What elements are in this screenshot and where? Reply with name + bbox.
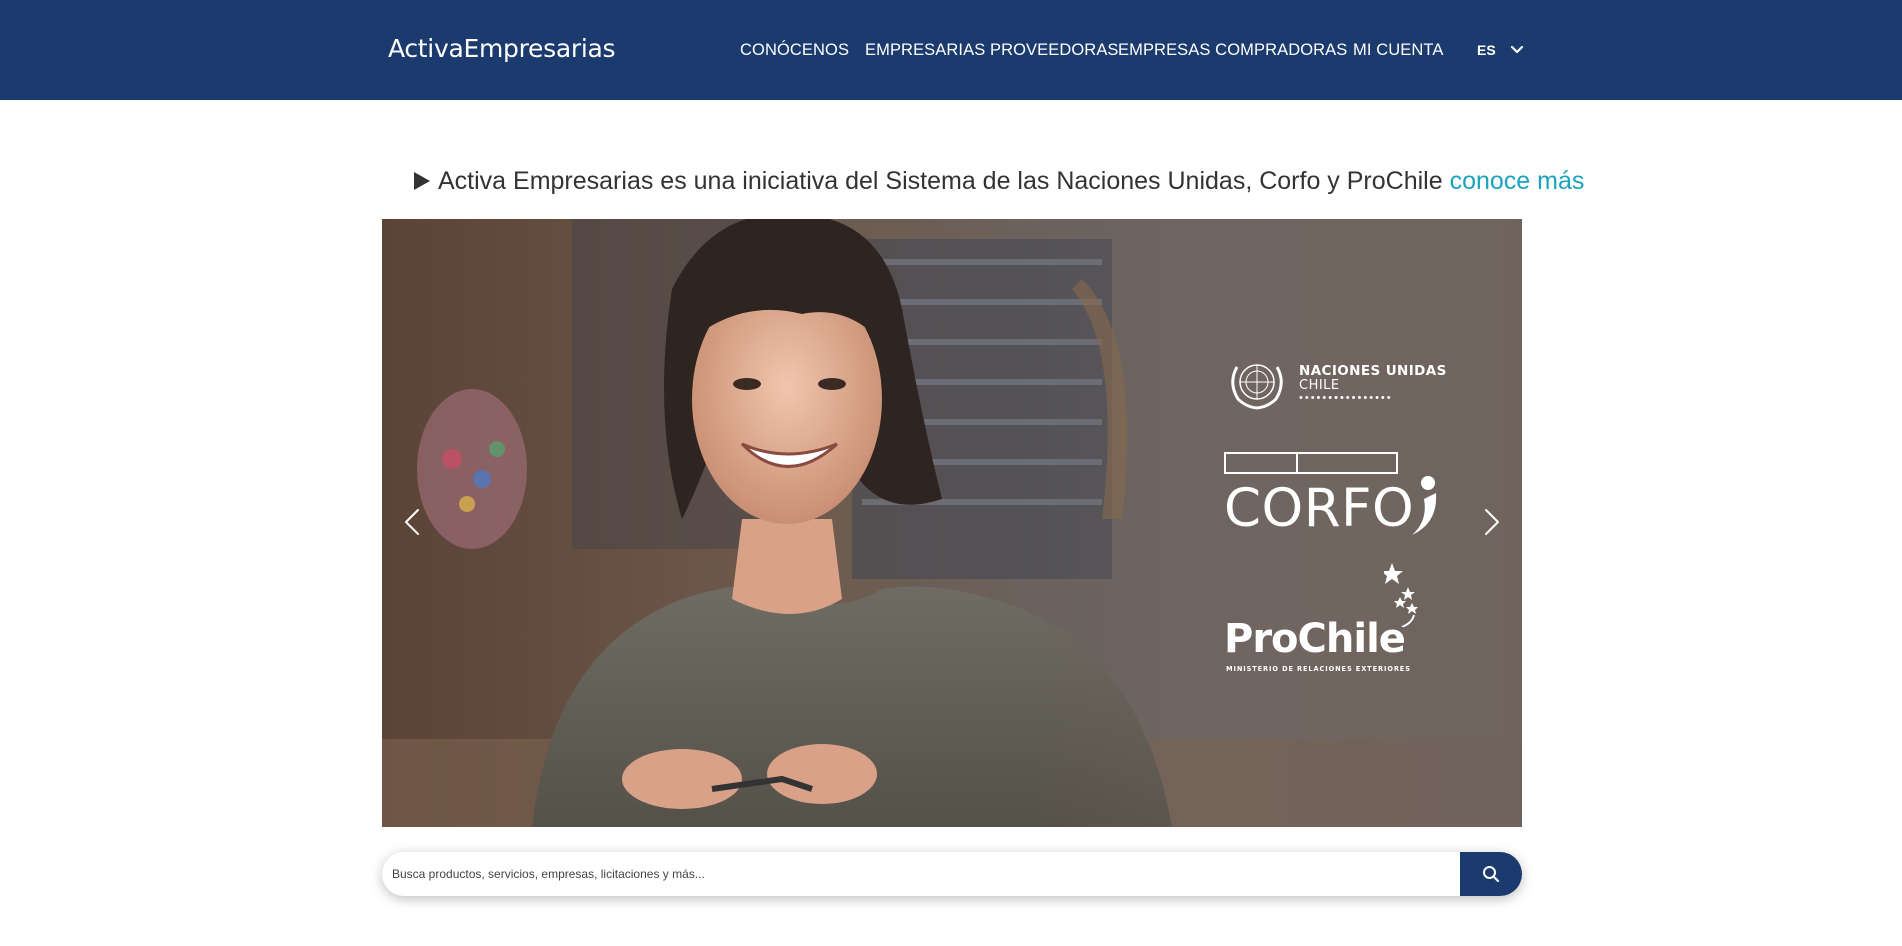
- nav-item-mi-cuenta[interactable]: MI CUENTA: [1353, 40, 1443, 60]
- prochile-subtitle: MINISTERIO DE RELACIONES EXTERIORES: [1226, 665, 1411, 673]
- site-logo[interactable]: ActivaEmpresarias: [388, 31, 616, 67]
- un-chile-logo: NACIONES UNIDAS CHILE ••••••••••••••••: [1224, 353, 1454, 413]
- corfo-figure-icon: [1412, 476, 1437, 535]
- chevron-right-icon[interactable]: [1474, 505, 1508, 539]
- un-dots: ••••••••••••••••: [1299, 392, 1393, 404]
- hero-carousel: NACIONES UNIDAS CHILE •••••••••••••••• C…: [382, 219, 1522, 827]
- play-arrow-icon: [414, 172, 430, 190]
- corfo-bar: [1224, 452, 1398, 474]
- nav-item-empresarias-proveedoras[interactable]: EMPRESARIAS PROVEEDORAS: [865, 40, 1119, 60]
- search-input[interactable]: [382, 852, 1462, 896]
- nav-item-empresas-compradoras[interactable]: EMPRESAS COMPRADORAS: [1118, 40, 1347, 60]
- un-subtitle: CHILE: [1299, 378, 1340, 393]
- chevron-left-icon[interactable]: [396, 505, 430, 539]
- learn-more-link[interactable]: conoce más: [1450, 167, 1585, 195]
- corfo-logo: CORFO: [1224, 478, 1415, 539]
- prochile-logo: ProChile: [1224, 616, 1406, 662]
- un-title: NACIONES UNIDAS: [1299, 363, 1447, 379]
- search-button[interactable]: [1460, 852, 1522, 896]
- nav-item-conocenos[interactable]: CONÓCENOS: [740, 40, 849, 60]
- search-icon: [1483, 866, 1500, 883]
- intro-text: Activa Empresarias es una iniciativa del…: [438, 167, 1443, 195]
- intro-statement: Activa Empresarias es una iniciativa del…: [414, 164, 1584, 198]
- un-emblem-icon: [1231, 364, 1283, 410]
- language-selector[interactable]: ES: [1477, 40, 1496, 60]
- top-navigation-bar: ActivaEmpresarias CONÓCENOS EMPRESARIAS …: [0, 0, 1902, 100]
- chevron-down-icon[interactable]: [1509, 42, 1525, 58]
- search-bar: [382, 852, 1522, 896]
